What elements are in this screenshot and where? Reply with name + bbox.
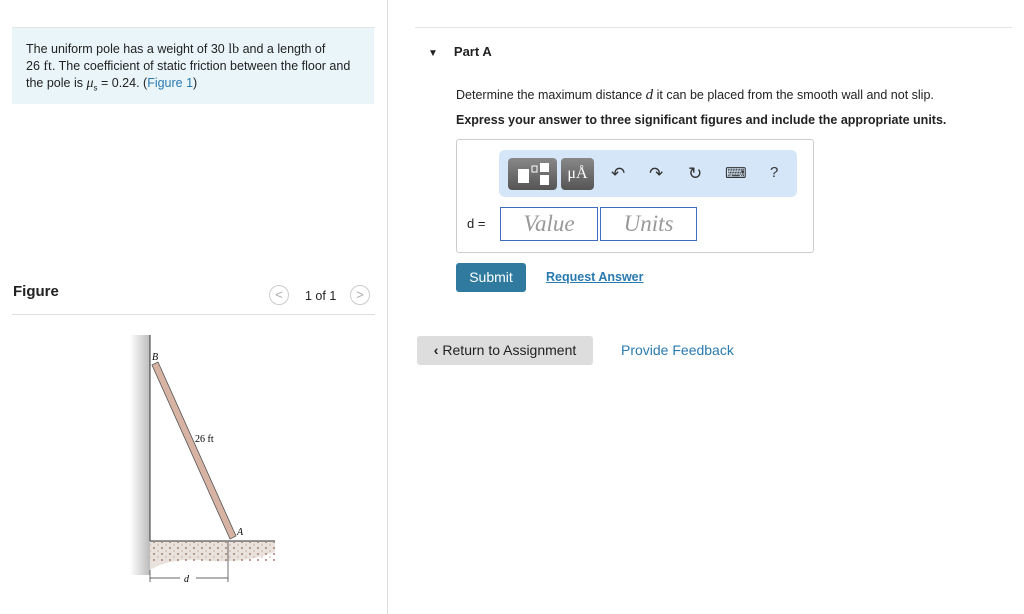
value-input[interactable]: Value bbox=[500, 207, 598, 241]
text: = 0.24. ( bbox=[97, 76, 148, 90]
figure-heading: Figure bbox=[13, 283, 59, 300]
provide-feedback-link[interactable]: Provide Feedback bbox=[621, 342, 734, 358]
part-a-header[interactable]: ▼ Part A bbox=[428, 44, 492, 59]
math-toolbar: μÅ ↶ ↷ ↻ ⌨ ? bbox=[499, 150, 797, 197]
panel-divider bbox=[387, 0, 388, 614]
pole bbox=[151, 361, 237, 540]
prev-figure-button[interactable]: < bbox=[269, 285, 289, 305]
part-title: Part A bbox=[453, 44, 492, 59]
keyboard-icon[interactable]: ⌨ bbox=[725, 164, 747, 182]
wall bbox=[130, 335, 150, 575]
variable-label: d = bbox=[467, 216, 486, 231]
instruction-text: Express your answer to three significant… bbox=[456, 113, 947, 127]
reset-icon[interactable]: ↻ bbox=[688, 164, 702, 184]
problem-statement: The uniform pole has a weight of 30 lb a… bbox=[12, 28, 374, 104]
collapse-triangle-icon[interactable]: ▼ bbox=[428, 48, 438, 59]
ground-texture bbox=[150, 542, 275, 562]
text: 26 bbox=[26, 59, 44, 73]
unit: lb bbox=[228, 42, 240, 57]
unit: ft bbox=[43, 59, 52, 74]
request-answer-link[interactable]: Request Answer bbox=[546, 270, 643, 284]
undo-icon[interactable]: ↶ bbox=[611, 164, 625, 184]
text: ) bbox=[193, 76, 198, 90]
pole-figure: B A 26 ft d bbox=[130, 335, 275, 585]
figure-pager: 1 of 1 bbox=[305, 289, 337, 303]
help-icon[interactable]: ? bbox=[770, 164, 778, 181]
button-label: Return to Assignment bbox=[442, 342, 577, 358]
divider bbox=[12, 314, 375, 315]
redo-icon[interactable]: ↷ bbox=[649, 164, 663, 184]
text: The uniform pole has a weight of 30 bbox=[26, 42, 229, 56]
question-text: Determine the maximum distance d it can … bbox=[456, 87, 934, 104]
text: and a length of bbox=[239, 42, 326, 56]
label-b: B bbox=[152, 352, 158, 363]
return-to-assignment-button[interactable]: ‹ Return to Assignment bbox=[417, 336, 593, 365]
label-d: d bbox=[184, 574, 190, 585]
text: Determine the maximum distance bbox=[456, 88, 646, 102]
chevron-left-icon: ‹ bbox=[433, 342, 439, 358]
next-figure-button[interactable]: > bbox=[350, 285, 370, 305]
template-button[interactable] bbox=[508, 158, 557, 190]
text: it can be placed from the smooth wall an… bbox=[653, 88, 934, 102]
label-a: A bbox=[236, 527, 244, 538]
submit-button[interactable]: Submit bbox=[456, 263, 526, 292]
divider bbox=[415, 27, 1012, 28]
length-label: 26 ft bbox=[195, 434, 214, 445]
units-input[interactable]: Units bbox=[600, 207, 697, 241]
figure-link[interactable]: Figure 1 bbox=[147, 76, 193, 90]
mu-symbol: μ bbox=[86, 76, 94, 91]
units-button[interactable]: μÅ bbox=[561, 158, 594, 190]
